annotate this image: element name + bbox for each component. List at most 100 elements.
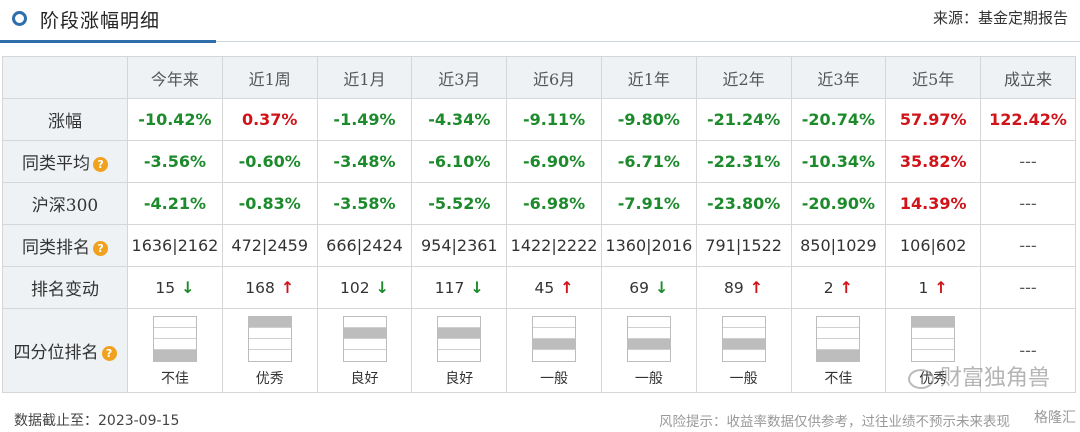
row-header: 同类排名? (1, 224, 129, 267)
quartile-cell: 良好 (316, 308, 413, 393)
value-cell: --- (980, 182, 1076, 225)
value-cell: -22.31% (695, 140, 792, 183)
value-cell: 35.82% (885, 140, 982, 183)
quartile-segment (248, 316, 291, 328)
value-cell: -20.90% (790, 182, 887, 225)
value-cell: 954|2361 (411, 224, 508, 267)
value-cell: -3.56% (127, 140, 223, 183)
value-cell: -3.58% (316, 182, 413, 225)
row-rank-change: 排名变动 15 ↓ 168 ↑ 102 ↓ 117 ↓ 45 ↑ 69 ↓ 89 ↑ 2 ↑ 1 ↑ --- (1, 266, 1076, 309)
rank-change-cell: 45 ↑ (506, 266, 602, 309)
rank-change-value: --- (1019, 278, 1037, 297)
quartile-label: 良好 (350, 370, 379, 387)
quartile-segment (438, 339, 481, 350)
value-cell: 1422|2222 (506, 224, 602, 267)
quartile-bar-icon (721, 315, 766, 362)
quartile-segment (343, 327, 386, 339)
rank-change-value: 102 (340, 279, 370, 297)
question-icon[interactable]: ? (101, 346, 117, 361)
quartile-segment (533, 317, 576, 328)
arrow-up-icon: ↑ (560, 278, 574, 297)
quartile-bar-icon (437, 315, 482, 362)
quartile-label: 一般 (729, 370, 758, 387)
quartile-segment (817, 317, 860, 328)
watermark: 财富独角兽 (907, 360, 1050, 392)
quartile-label: 优秀 (255, 370, 284, 387)
column-header: 近1月 (316, 56, 413, 99)
arrow-up-icon: ↑ (839, 278, 854, 297)
quartile-segment (248, 339, 291, 350)
arrow-down-icon: ↓ (655, 278, 669, 297)
value-cell: -4.34% (411, 98, 508, 141)
row-header-label: 同类平均 (22, 154, 91, 174)
panel-title: 阶段涨幅明细 (40, 10, 161, 32)
quartile-cell: 一般 (695, 308, 792, 393)
quartile-segment (438, 317, 481, 328)
source-label: 来源：基金定期报告 (932, 9, 1068, 27)
rank-change-value: 2 (823, 279, 834, 297)
column-header: 近3月 (411, 56, 508, 99)
arrow-up-icon: ↑ (280, 278, 295, 297)
value-cell: 14.39% (885, 182, 982, 225)
value-cell: 106|602 (885, 224, 982, 267)
arrow-down-icon: ↓ (470, 278, 484, 297)
quartile-segment (912, 339, 955, 350)
quartile-bar-icon (247, 315, 292, 362)
column-header: 近3年 (790, 56, 887, 99)
column-header: 近2年 (695, 56, 792, 99)
quartile-label: 不佳 (824, 370, 853, 387)
quartile-label: 良好 (445, 370, 474, 387)
rank-change-value: 15 (155, 279, 176, 297)
panel-header: 阶段涨幅明细 来源：基金定期报告 (0, 0, 1080, 44)
title-underline (0, 40, 216, 43)
row-header: 同类平均? (1, 140, 129, 183)
quartile-segment (153, 339, 196, 350)
rank-change-cell: 89 ↑ (695, 266, 792, 309)
header-divider (216, 41, 1080, 42)
quartile-segment (343, 317, 386, 328)
value-cell: -23.80% (695, 182, 792, 225)
quartile-segment (817, 349, 860, 361)
column-header-row: 今年来 近1周 近1月 近3月 近6月 近1年 近2年 近3年 近5年 成立来 (1, 56, 1076, 99)
rank-change-value: 45 (534, 279, 555, 297)
quartile-segment (912, 316, 955, 328)
question-icon[interactable]: ? (93, 157, 109, 172)
value-cell: 1360|2016 (600, 224, 697, 267)
rank-change-cell: 102 ↓ (316, 266, 413, 309)
arrow-down-icon: ↓ (181, 278, 195, 297)
quartile-segment (533, 328, 576, 339)
row-peer-avg: 同类平均? -3.56% -0.60% -3.48% -6.10% -6.90% -6.71… (1, 140, 1076, 183)
rank-change-cell: 2 ↑ (790, 266, 887, 309)
row-header-label: 涨幅 (48, 112, 83, 132)
data-date-label: 数据截止至：2023-09-15 (14, 413, 180, 429)
quartile-segment (343, 339, 386, 350)
quartile-label: 一般 (540, 370, 569, 387)
quartile-label: 不佳 (160, 370, 189, 387)
row-header-label: 排名变动 (31, 280, 100, 300)
value-cell: -0.60% (221, 140, 318, 183)
rank-change-cell: 15 ↓ (127, 266, 223, 309)
quartile-segment (722, 338, 765, 350)
question-icon[interactable]: ? (93, 241, 109, 256)
column-header: 成立来 (980, 56, 1076, 99)
column-header: 近1周 (221, 56, 318, 99)
value-cell: 122.42% (980, 98, 1076, 141)
quartile-segment (817, 328, 860, 339)
value-cell: 472|2459 (221, 224, 318, 267)
quartile-segment (912, 350, 954, 361)
rank-change-value: 69 (629, 279, 649, 297)
circle-bullet-icon (12, 11, 27, 26)
value-cell: -0.83% (221, 182, 318, 225)
rank-change-value: 89 (724, 279, 744, 297)
quartile-bar-icon (911, 315, 956, 362)
quartile-segment (627, 328, 670, 339)
value-cell: -6.71% (600, 140, 697, 183)
row-peer-rank: 同类排名? 1636|2162 472|2459 666|2424 954|2361 14… (1, 224, 1076, 267)
quartile-segment (249, 350, 291, 361)
quartile-segment (627, 338, 670, 350)
quartile-segment (722, 328, 765, 339)
value-cell: 850|1029 (790, 224, 887, 267)
quartile-segment (248, 328, 291, 339)
value-cell: -20.74% (790, 98, 887, 141)
quartile-segment (533, 338, 576, 350)
